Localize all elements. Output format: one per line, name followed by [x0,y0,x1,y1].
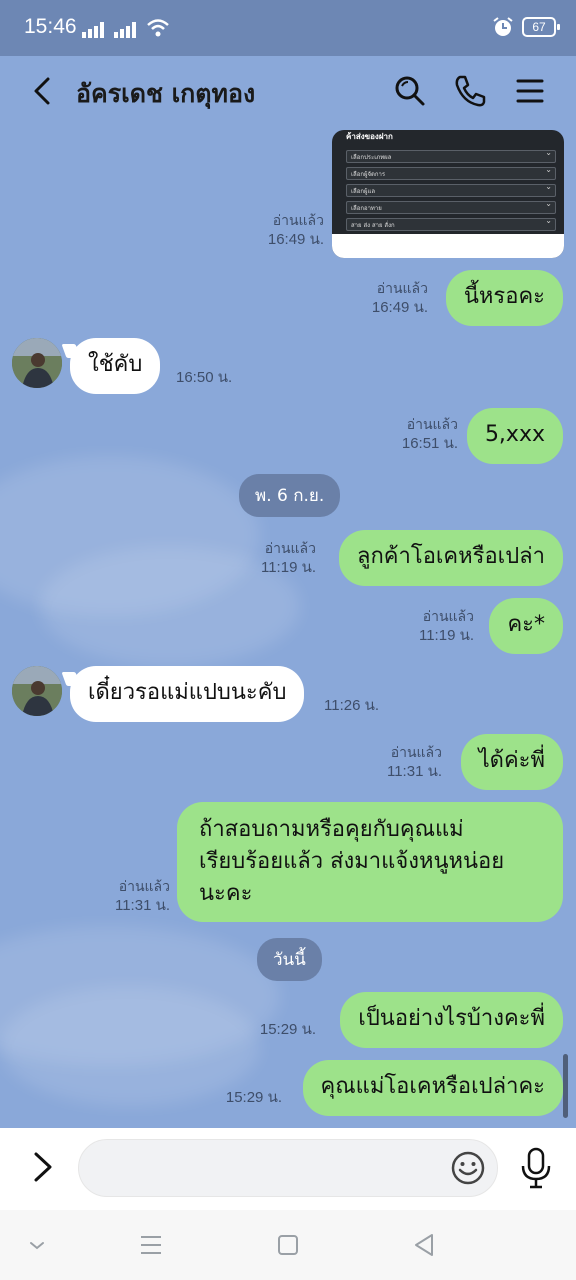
message-line: นะคะ [199,881,253,906]
message-meta: อ่านแล้ว 11:31 น. [387,742,442,782]
nav-menu-icon[interactable] [136,1232,166,1258]
outgoing-message[interactable]: คุณแม่โอเคหรือเปล่าคะ [302,1060,563,1116]
input-bar [0,1128,576,1210]
message-time: 16:51 น. [401,435,458,452]
message-meta: อ่านแล้ว 16:49 น. [372,278,428,318]
message-meta: 15:29 น. [226,1088,282,1108]
outgoing-message[interactable]: 5,xxx [466,408,563,464]
chat-area[interactable]: ค้าส่งของฝาก เลือกประเภทผล เลือกผู้จัดกา… [0,126,576,1128]
contact-name: อัครเดช เกตุทอง [76,79,256,108]
image-title: ค้าส่งของฝาก [346,132,393,141]
battery-icon: 67 [522,17,560,37]
message-line: ถ้าสอบถามหรือคุยกับคุณแม่ [199,817,464,842]
message-time: 16:50 น. [176,369,233,386]
message-meta: อ่านแล้ว 16:51 น. [402,414,458,454]
read-receipt: อ่านแล้ว [118,878,170,894]
microphone-icon[interactable] [518,1146,554,1190]
message-time: 15:29 น. [259,1021,316,1038]
image-row: เลือกผู้แล [351,188,376,195]
read-receipt: อ่านแล้ว [422,608,474,624]
message-time: 11:19 น. [418,627,474,644]
status-time: 15:46 [24,15,77,38]
message-meta: อ่านแล้ว 16:49 น. [268,210,324,250]
search-icon[interactable] [388,69,432,113]
outgoing-message[interactable]: เป็นอย่างไรบ้างคะพี่ [340,992,563,1048]
image-row: สาย ส่ง สาย สั่งก [351,222,395,229]
incoming-message[interactable]: ใช้คับ [70,338,161,394]
message-input[interactable] [78,1139,498,1197]
message-time: 11:31 น. [386,763,442,780]
avatar[interactable] [12,666,62,716]
image-row: เลือกประเภทผล [351,154,392,161]
menu-icon[interactable] [508,69,552,113]
chat-header: อัครเดช เกตุทอง [0,56,576,126]
read-receipt: อ่านแล้ว [390,744,442,760]
date-separator: วันนี้ [257,938,322,981]
nav-home-icon[interactable] [273,1232,303,1258]
message-time: 15:29 น. [225,1089,282,1106]
message-time: 11:19 น. [260,559,316,576]
incoming-message[interactable]: เดี๋ยวรอแม่แปบนะคับ [70,666,305,722]
read-receipt: อ่านแล้ว [376,280,428,296]
status-bar: 15:46 67 [0,0,576,56]
avatar[interactable] [12,338,62,388]
message-line: เรียบร้อยแล้ว ส่งมาแจ้งหนูหน่อย [199,849,505,874]
message-meta: อ่านแล้ว 11:19 น. [419,606,474,646]
message-meta: อ่านแล้ว 11:19 น. [261,538,316,578]
message-time: 11:31 น. [114,897,170,914]
alarm-icon [493,17,513,36]
emoji-icon[interactable] [450,1150,486,1186]
read-receipt: อ่านแล้ว [406,416,458,432]
read-receipt: อ่านแล้ว [264,540,316,556]
image-footer [332,234,564,258]
message-meta: 15:29 น. [260,1020,316,1040]
wifi-icon [147,19,169,37]
signal-icon [82,22,104,38]
outgoing-message[interactable]: ได้ค่ะพี่ [460,734,563,790]
outgoing-message[interactable]: ลูกค้าโอเคหรือเปล่า [339,530,563,586]
message-meta: 16:50 น. [176,368,232,388]
signal-icon-2 [114,22,136,38]
message-time: 16:49 น. [371,299,428,316]
message-time: 11:26 น. [324,697,380,714]
scrollbar[interactable] [563,1054,568,1118]
outgoing-message[interactable]: คะ* [489,598,563,654]
nav-down-icon[interactable] [22,1232,52,1258]
nav-back-icon[interactable] [410,1232,440,1258]
back-arrow-icon[interactable] [24,71,64,111]
message-meta: อ่านแล้ว 11:31 น. [115,876,170,916]
chevron-right-icon[interactable] [26,1150,60,1184]
image-message[interactable]: ค้าส่งของฝาก เลือกประเภทผล เลือกผู้จัดกา… [332,130,564,258]
date-separator: พ. 6 ก.ย. [239,474,341,517]
image-row: เลือกผู้จัดการ [351,171,386,178]
phone-icon[interactable] [448,69,492,113]
message-meta: 11:26 น. [324,696,379,716]
outgoing-message[interactable]: นี้หรอคะ [445,270,563,326]
message-time: 16:49 น. [267,231,324,248]
read-receipt: อ่านแล้ว [272,212,324,228]
image-row: เลือกอาทาย [351,205,382,212]
outgoing-message[interactable]: ถ้าสอบถามหรือคุยกับคุณแม่ เรียบร้อยแล้ว … [177,802,563,922]
navigation-bar [0,1210,576,1280]
